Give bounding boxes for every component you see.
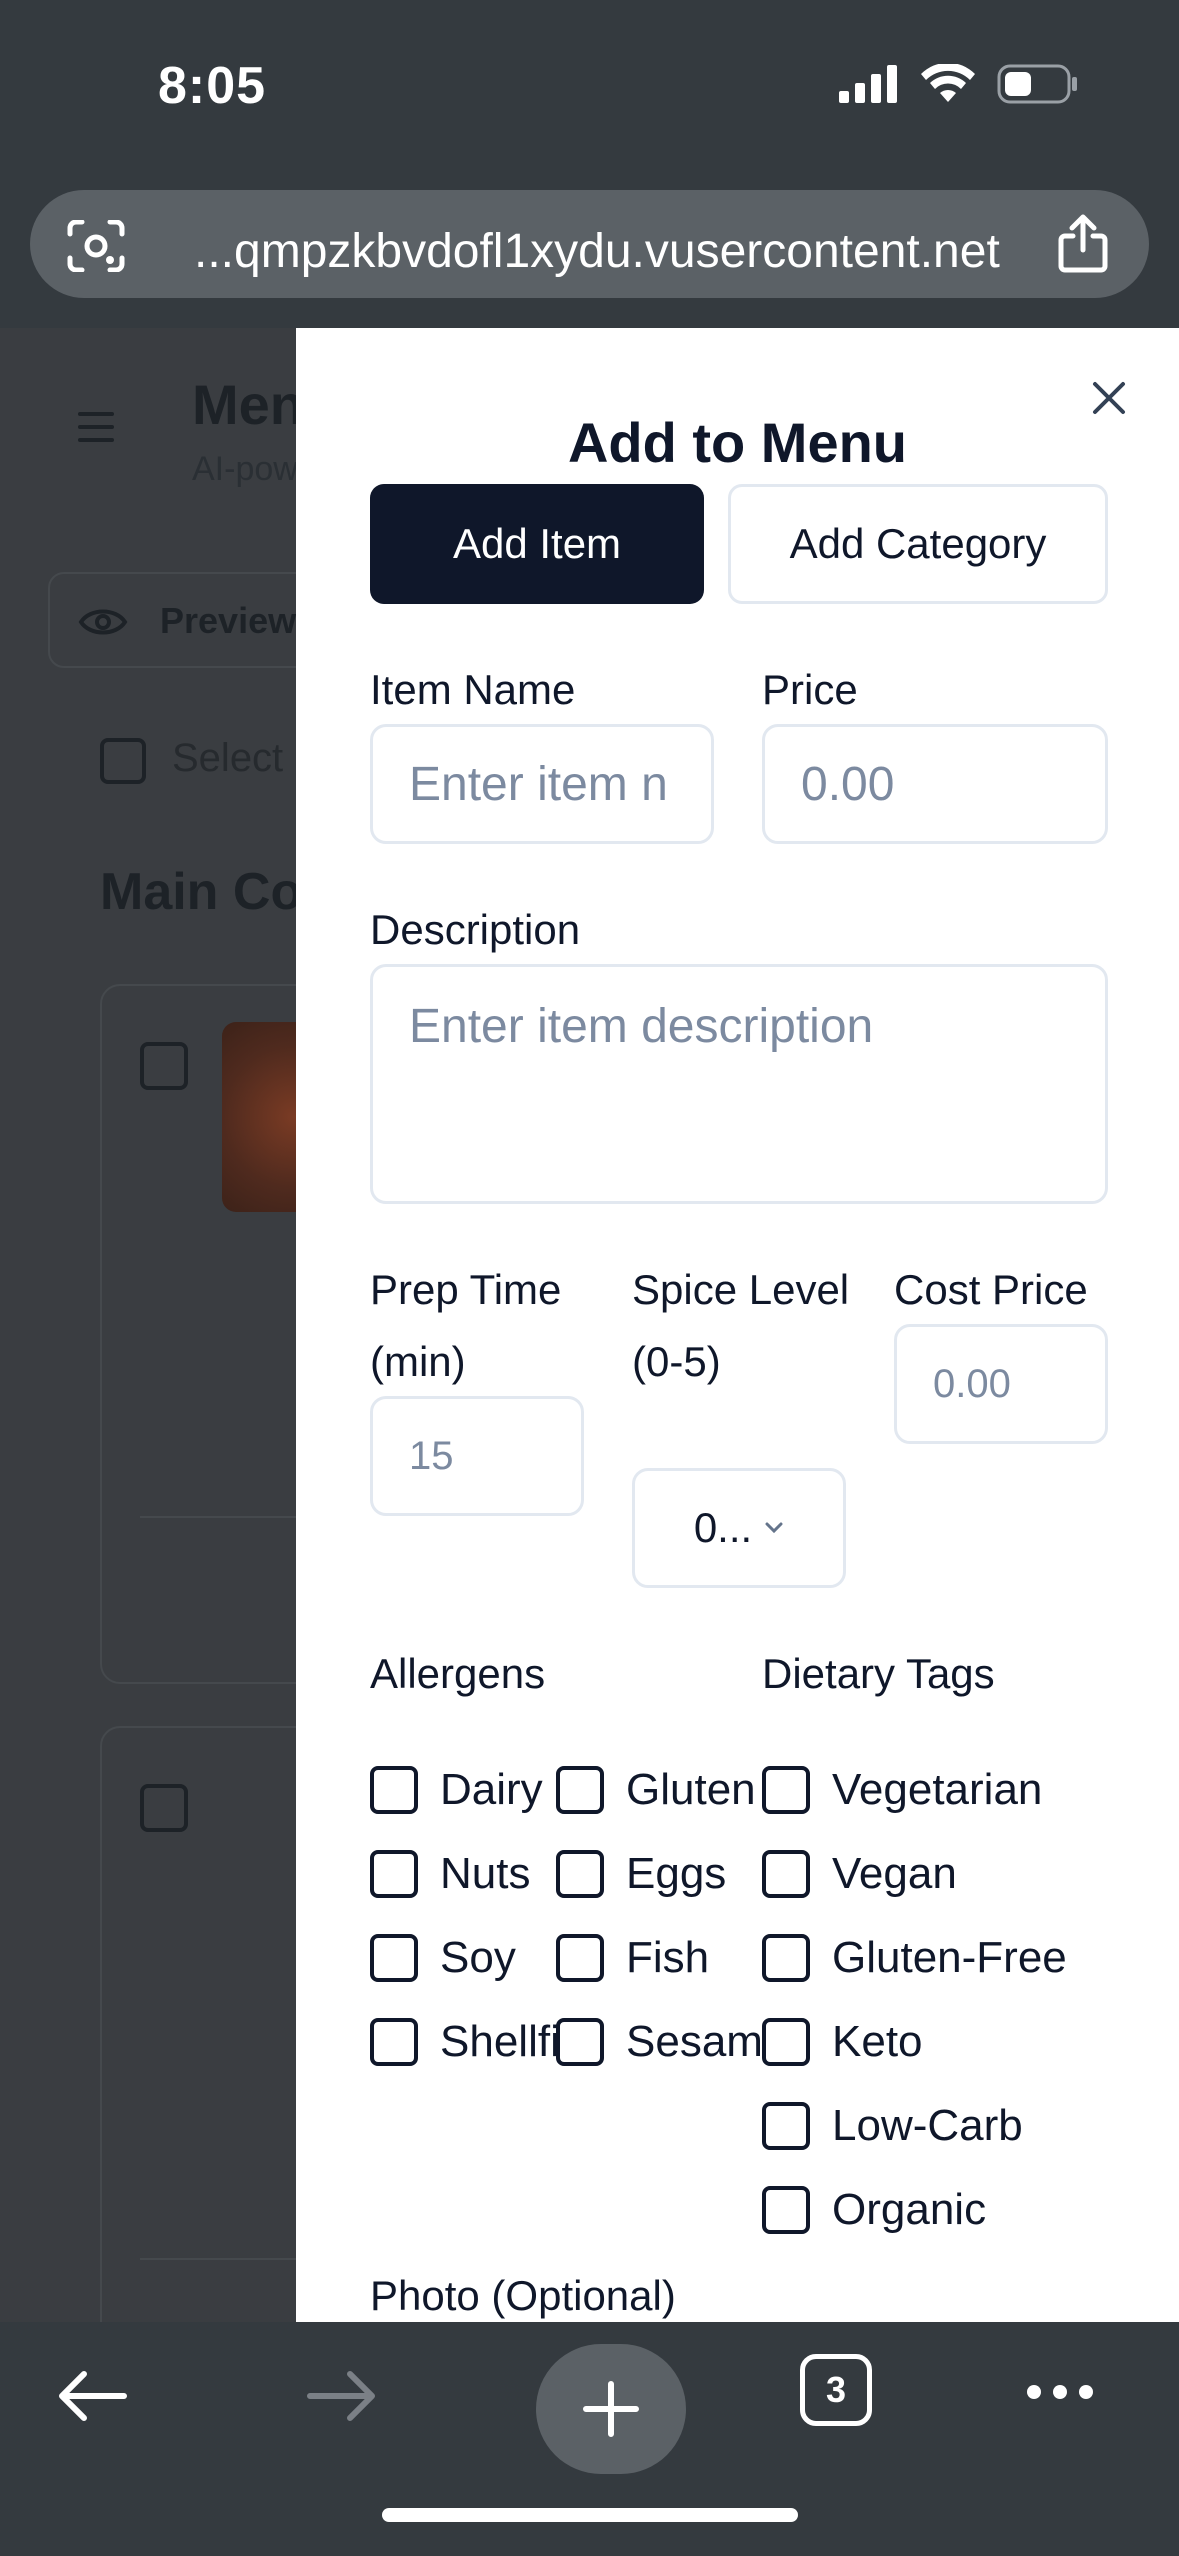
- chevron-down-icon: [765, 1522, 783, 1534]
- dietary-label: Gluten-Free: [832, 1933, 1067, 1982]
- dietary-label: Vegan: [832, 1849, 957, 1898]
- checkbox[interactable]: [370, 1850, 418, 1898]
- page-subtitle: AI-pow: [192, 450, 298, 488]
- home-indicator: [382, 2508, 798, 2522]
- allergen-soy[interactable]: Soy: [370, 1928, 516, 1988]
- allergens-label: Allergens: [370, 1650, 546, 1697]
- cost-price-label: Cost Price: [894, 1266, 1088, 1313]
- address-bar[interactable]: ...qmpzkbvdofl1xydu.vusercontent.net: [30, 190, 1149, 298]
- new-tab-button[interactable]: [536, 2344, 686, 2474]
- checkbox[interactable]: [370, 2018, 418, 2066]
- prep-time-label: Prep Time (min): [370, 1266, 562, 1385]
- dietary-low-carb[interactable]: Low-Carb: [762, 2096, 1023, 2156]
- browser-url-area: ...qmpzkbvdofl1xydu.vusercontent.net: [0, 180, 1179, 328]
- spice-level-select[interactable]: 0...: [632, 1468, 846, 1588]
- allergen-label: Nuts: [440, 1849, 531, 1898]
- item-name-input[interactable]: [370, 724, 714, 844]
- battery-icon: [997, 64, 1077, 104]
- status-bar: 8:05: [0, 0, 1179, 180]
- checkbox[interactable]: [370, 1934, 418, 1982]
- tab-switcher-button[interactable]: 3: [800, 2354, 872, 2426]
- allergen-nuts[interactable]: Nuts: [370, 1844, 530, 1904]
- checkbox[interactable]: [762, 1934, 810, 1982]
- status-icons: [839, 64, 1079, 104]
- select-all-label: Select: [172, 736, 284, 780]
- dietary-organic[interactable]: Organic: [762, 2180, 986, 2240]
- cost-price-input[interactable]: [894, 1324, 1108, 1444]
- forward-arrow-icon: [307, 2371, 375, 2421]
- card-divider: [140, 1516, 318, 1518]
- dietary-vegan[interactable]: Vegan: [762, 1844, 957, 1904]
- signal-icon: [839, 65, 897, 103]
- checkbox[interactable]: [762, 2186, 810, 2234]
- item-name-label: Item Name: [370, 666, 576, 713]
- section-title: Main Co: [100, 863, 303, 921]
- allergen-label: Gluten: [626, 1765, 756, 1814]
- spice-level-value: 0...: [693, 1504, 753, 1551]
- hamburger-icon: [78, 412, 114, 451]
- card-divider: [140, 2258, 318, 2260]
- wifi-icon: [921, 64, 975, 102]
- dietary-tags-label: Dietary Tags: [762, 1650, 995, 1697]
- url-text[interactable]: ...qmpzkbvdofl1xydu.vusercontent.net: [194, 224, 1000, 279]
- description-textarea[interactable]: [370, 964, 1108, 1204]
- plus-icon: [583, 2381, 639, 2437]
- checkbox[interactable]: [762, 2018, 810, 2066]
- allergen-label: Dairy: [440, 1765, 543, 1814]
- status-time: 8:05: [158, 57, 267, 115]
- description-label: Description: [370, 906, 581, 953]
- allergen-label: Eggs: [626, 1849, 727, 1898]
- card-checkbox: [140, 1784, 188, 1832]
- more-button[interactable]: [1024, 2382, 1096, 2402]
- page-title: Men: [192, 373, 304, 436]
- preview-label: Preview: [160, 600, 297, 641]
- eye-icon: [78, 609, 128, 635]
- allergen-eggs[interactable]: Eggs: [556, 1844, 726, 1904]
- dietary-label: Keto: [832, 2017, 923, 2066]
- back-arrow-icon: [59, 2371, 127, 2421]
- dietary-label: Vegetarian: [832, 1765, 1043, 1814]
- allergen-label: Fish: [626, 1933, 710, 1982]
- modal-title: Add to Menu: [567, 411, 908, 474]
- dietary-vegetarian[interactable]: Vegetarian: [762, 1760, 1042, 1820]
- more-icon: [1027, 2385, 1093, 2399]
- back-button[interactable]: [56, 2368, 128, 2424]
- photo-label: Photo (Optional): [370, 2272, 676, 2319]
- checkbox[interactable]: [556, 1934, 604, 1982]
- dietary-keto[interactable]: Keto: [762, 2012, 923, 2072]
- checkbox[interactable]: [556, 2018, 604, 2066]
- checkbox[interactable]: [762, 2102, 810, 2150]
- tab-add-category[interactable]: Add Category: [728, 484, 1108, 604]
- checkbox[interactable]: [370, 1766, 418, 1814]
- allergen-label: Soy: [440, 1933, 516, 1982]
- tab-add-item[interactable]: Add Item: [370, 484, 704, 604]
- preview-button: Preview: [48, 572, 328, 668]
- menu-item-card: [100, 984, 342, 1684]
- price-input[interactable]: [762, 724, 1108, 844]
- allergen-sesame[interactable]: Sesame: [556, 2012, 787, 2072]
- checkbox[interactable]: [762, 1850, 810, 1898]
- checkbox[interactable]: [762, 1766, 810, 1814]
- share-icon[interactable]: [1057, 214, 1109, 274]
- checkbox[interactable]: [556, 1766, 604, 1814]
- card-checkbox: [140, 1042, 188, 1090]
- forward-button[interactable]: [306, 2368, 378, 2424]
- allergen-dairy[interactable]: Dairy: [370, 1760, 543, 1820]
- price-label: Price: [762, 666, 858, 713]
- prep-time-input[interactable]: [370, 1396, 584, 1516]
- lens-icon[interactable]: [66, 220, 126, 272]
- checkbox[interactable]: [556, 1850, 604, 1898]
- dietary-label: Low-Carb: [832, 2101, 1023, 2150]
- add-to-menu-panel: Add to Menu Add Item Add Category Item N…: [296, 328, 1179, 2322]
- menu-item-card: [100, 1726, 320, 2322]
- dietary-label: Organic: [832, 2185, 987, 2234]
- spice-level-label: Spice Level (0-5): [632, 1266, 850, 1385]
- allergen-gluten[interactable]: Gluten: [556, 1760, 756, 1820]
- dietary-gluten-free[interactable]: Gluten-Free: [762, 1928, 1067, 1988]
- select-all-checkbox: [100, 738, 146, 784]
- allergen-fish[interactable]: Fish: [556, 1928, 709, 1988]
